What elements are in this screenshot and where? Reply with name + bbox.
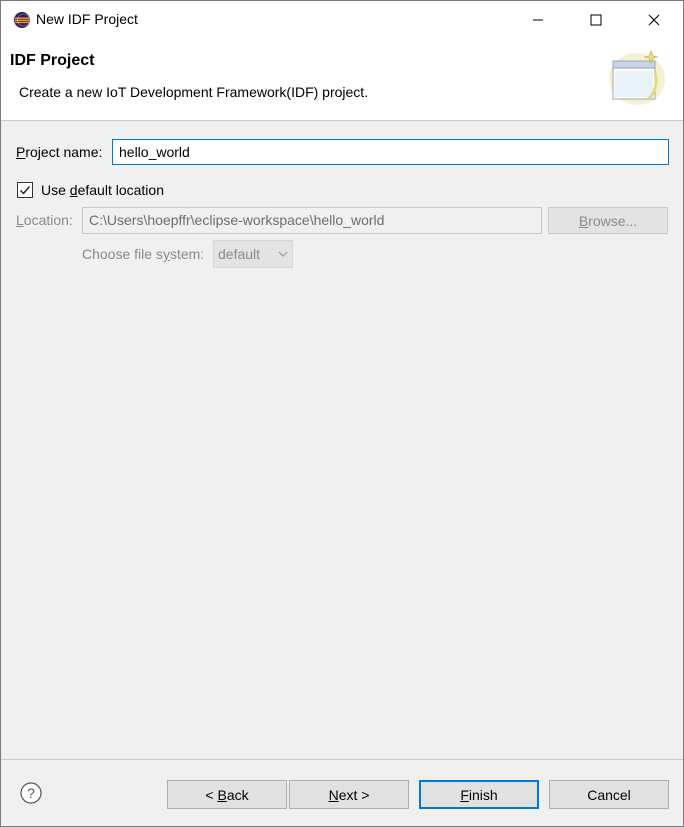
wizard-header: IDF Project Create a new IoT Development…: [1, 39, 683, 121]
use-default-location-checkbox[interactable]: [17, 182, 33, 198]
back-button[interactable]: < Back: [167, 780, 287, 809]
next-button[interactable]: Next >: [289, 780, 409, 809]
location-mnemonic: L: [16, 212, 24, 228]
next-mnemonic: N: [328, 786, 339, 803]
maximize-icon: [590, 14, 602, 26]
project-name-input[interactable]: [112, 139, 669, 165]
title-bar: New IDF Project: [1, 1, 683, 39]
minimize-button[interactable]: [509, 1, 567, 39]
file-system-text: Choose file s: [82, 246, 163, 262]
file-system-label: Choose file system:: [82, 246, 204, 262]
back-label: ack: [226, 786, 249, 803]
file-system-select[interactable]: default: [213, 240, 293, 268]
finish-mnemonic: F: [460, 786, 469, 803]
dialog-window: New IDF Project IDF Project Create a new…: [0, 0, 684, 827]
project-name-mnemonic: P: [16, 144, 26, 160]
use-default-location-label[interactable]: Use default location: [41, 182, 164, 198]
finish-label: inish: [468, 786, 498, 803]
browse-label: rowse...: [588, 212, 638, 229]
project-name-label: Project name:: [16, 144, 102, 160]
chevron-down-icon: [278, 251, 288, 257]
location-input[interactable]: C:\Users\hoepffr\eclipse-workspace\hello…: [82, 207, 542, 234]
window-title: New IDF Project: [36, 11, 138, 27]
next-label: ext >: [338, 786, 370, 803]
back-mnemonic: B: [217, 786, 227, 803]
use-default-rest: efault location: [77, 182, 164, 198]
checkmark-icon: [20, 186, 31, 195]
eclipse-icon: [14, 12, 30, 28]
browse-button[interactable]: Browse...: [548, 207, 668, 234]
button-bar-separator: [1, 759, 683, 760]
back-prefix: <: [205, 786, 218, 803]
close-button[interactable]: [625, 1, 683, 39]
file-system-rest: stem:: [169, 246, 205, 262]
close-icon: [648, 14, 660, 26]
use-default-text: Use: [41, 182, 70, 198]
cancel-button[interactable]: Cancel: [549, 780, 669, 809]
file-system-value: default: [218, 246, 261, 262]
location-label: Location:: [16, 212, 73, 228]
use-default-mnemonic: d: [69, 182, 78, 198]
new-project-wizard-icon: [609, 50, 665, 105]
svg-text:?: ?: [27, 785, 35, 801]
location-label-text: ocation:: [23, 212, 73, 228]
help-icon[interactable]: ?: [20, 782, 42, 804]
finish-button[interactable]: Finish: [419, 780, 539, 809]
maximize-button[interactable]: [567, 1, 625, 39]
page-description: Create a new IoT Development Framework(I…: [19, 84, 369, 100]
minimize-icon: [533, 19, 543, 21]
file-system-mnemonic: y: [162, 246, 170, 262]
page-title: IDF Project: [10, 52, 95, 69]
browse-mnemonic: B: [578, 212, 589, 229]
project-name-label-text: roject name:: [25, 144, 103, 160]
